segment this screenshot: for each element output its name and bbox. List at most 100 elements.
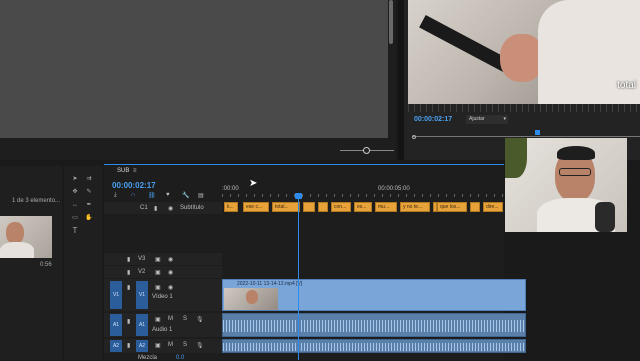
track-label-v2: V2	[138, 269, 146, 275]
caption-text: total...	[275, 204, 289, 210]
project-thumbnail[interactable]	[0, 216, 52, 258]
waveform	[223, 320, 525, 332]
caption-text: que los...	[440, 204, 461, 210]
caption-clip[interactable]	[470, 202, 480, 212]
mic-icon[interactable]: 🎙	[196, 316, 204, 323]
program-playhead-marker[interactable]	[535, 130, 540, 135]
sync-icon[interactable]: ▣	[155, 342, 161, 349]
source-monitor-frame	[0, 0, 388, 138]
caption-clip[interactable]: ese c...	[243, 202, 269, 212]
source-patch-a1[interactable]: A1	[110, 314, 122, 336]
lock-icon[interactable]: ▮	[127, 256, 130, 263]
track-label-a1: A1	[138, 322, 146, 328]
timeline-playhead[interactable]	[298, 194, 299, 360]
playhead-handle[interactable]	[295, 193, 302, 199]
clip-name: 2022-10-11 13-14-12.mp4 [V]	[237, 281, 303, 287]
film-icon[interactable]: ▣	[155, 284, 161, 291]
track-header-v3[interactable]	[104, 253, 222, 265]
caption-text: con...	[334, 204, 347, 210]
webcam-glasses	[559, 168, 591, 176]
rectangle-icon[interactable]: ▭	[70, 213, 80, 223]
fit-dropdown[interactable]: Ajustar ▾	[466, 115, 508, 124]
timeline-timecode[interactable]: 00:00:02:17	[112, 181, 156, 190]
snap-icon[interactable]: ∩	[131, 192, 135, 198]
ripple-edit-icon[interactable]: ✥	[70, 187, 80, 197]
caption-clip[interactable]: mu...	[375, 202, 397, 212]
caption-overlay: total	[617, 80, 636, 91]
hand-icon[interactable]: ✋	[84, 213, 94, 223]
project-panel	[0, 166, 62, 360]
razor-icon[interactable]: ✎	[84, 187, 94, 197]
solo-button[interactable]: S	[183, 342, 187, 348]
tab-menu-icon[interactable]: ≡	[133, 168, 137, 174]
caption-clip[interactable]: es...	[354, 202, 372, 212]
video-clip[interactable]: 2022-10-11 13-14-12.mp4 [V]	[222, 279, 526, 311]
program-in-point[interactable]	[412, 135, 416, 139]
lock-icon[interactable]: ▮	[127, 284, 130, 291]
captions-icon[interactable]: ▤	[198, 192, 204, 199]
sync-icon[interactable]: ▣	[155, 316, 161, 323]
lock-icon[interactable]: ▮	[127, 318, 130, 325]
caption-clip[interactable]: k...	[224, 202, 238, 212]
thumbnail-face	[246, 290, 258, 304]
ruler-start-label: :00:00	[222, 186, 239, 192]
subtitle-track-header[interactable]	[104, 202, 222, 214]
linked-selection-icon[interactable]: ⛓	[148, 192, 156, 199]
program-timecode[interactable]: 00:00:02:17	[414, 116, 452, 123]
mic-icon[interactable]: 🎙	[196, 342, 204, 349]
master-value[interactable]: 0.0	[176, 355, 184, 361]
webcam-hair	[557, 146, 595, 160]
caption-clip[interactable]	[303, 202, 315, 212]
source-patch-a2[interactable]: A2	[110, 340, 122, 352]
caption-clip[interactable]: total...	[272, 202, 300, 212]
ruler-ticks	[408, 104, 640, 112]
track-select-icon[interactable]: ⇉	[84, 174, 94, 184]
caption-clip[interactable]: y no te...	[400, 202, 430, 212]
program-scrub-bar[interactable]	[412, 136, 640, 137]
eye-icon[interactable]: ◉	[168, 269, 173, 276]
source-zoom-handle[interactable]	[363, 147, 370, 154]
clip-thumbnail	[224, 288, 278, 310]
lock-icon[interactable]: ▮	[127, 269, 130, 276]
selection-tool-icon[interactable]: ➤	[70, 174, 80, 184]
pen-icon[interactable]: ✒	[84, 200, 94, 210]
timeline-tab[interactable]: SUB	[117, 168, 129, 174]
eye-icon[interactable]: ◉	[168, 284, 173, 291]
caption-text: y no te...	[403, 204, 423, 210]
nest-icon[interactable]: ⤓	[114, 192, 117, 199]
track-target-a1[interactable]: A1	[136, 314, 148, 336]
text-icon[interactable]: T	[70, 226, 80, 236]
audio-clip-a2[interactable]	[222, 339, 526, 353]
cc-label: C1	[140, 205, 148, 211]
thumbnail-shirt	[0, 242, 34, 258]
mouse-cursor-icon: ➤	[249, 178, 258, 189]
film-icon[interactable]: ▣	[155, 269, 161, 276]
track-label-v3: V3	[138, 256, 146, 262]
lock-icon[interactable]: ▮	[127, 342, 130, 349]
mute-button[interactable]: M	[168, 316, 173, 322]
solo-button[interactable]: S	[183, 316, 187, 322]
waveform	[223, 343, 525, 351]
marker-icon[interactable]: ♥	[166, 192, 170, 198]
track-target-v1[interactable]: V1	[136, 281, 148, 309]
caption-clip[interactable]: que los...	[437, 202, 467, 212]
thumbnail-face	[6, 222, 24, 244]
ruler-ticks-timeline	[222, 194, 504, 197]
source-patch-v1[interactable]: V1	[110, 281, 122, 309]
eye-icon[interactable]: ◉	[168, 256, 173, 263]
caption-clip[interactable]: dire...	[483, 202, 503, 212]
wrench-icon[interactable]: 🔧	[182, 192, 189, 199]
slip-icon[interactable]: ↔	[70, 200, 80, 210]
audio-clip-a1[interactable]	[222, 313, 526, 337]
subtitle-lock-icon[interactable]: ▮	[154, 205, 157, 212]
track-header-v2[interactable]	[104, 266, 222, 278]
subtitle-eye-icon[interactable]: ◉	[168, 205, 173, 212]
caption-clip[interactable]	[318, 202, 328, 212]
caption-text: dire...	[486, 204, 499, 210]
source-scrollbar[interactable]	[389, 0, 393, 44]
film-icon[interactable]: ▣	[155, 256, 161, 263]
caption-clip[interactable]: con...	[331, 202, 351, 212]
track-target-a2[interactable]: A2	[136, 340, 148, 352]
subtitle-track-name: Subtítulo	[180, 205, 204, 211]
mute-button[interactable]: M	[168, 342, 173, 348]
